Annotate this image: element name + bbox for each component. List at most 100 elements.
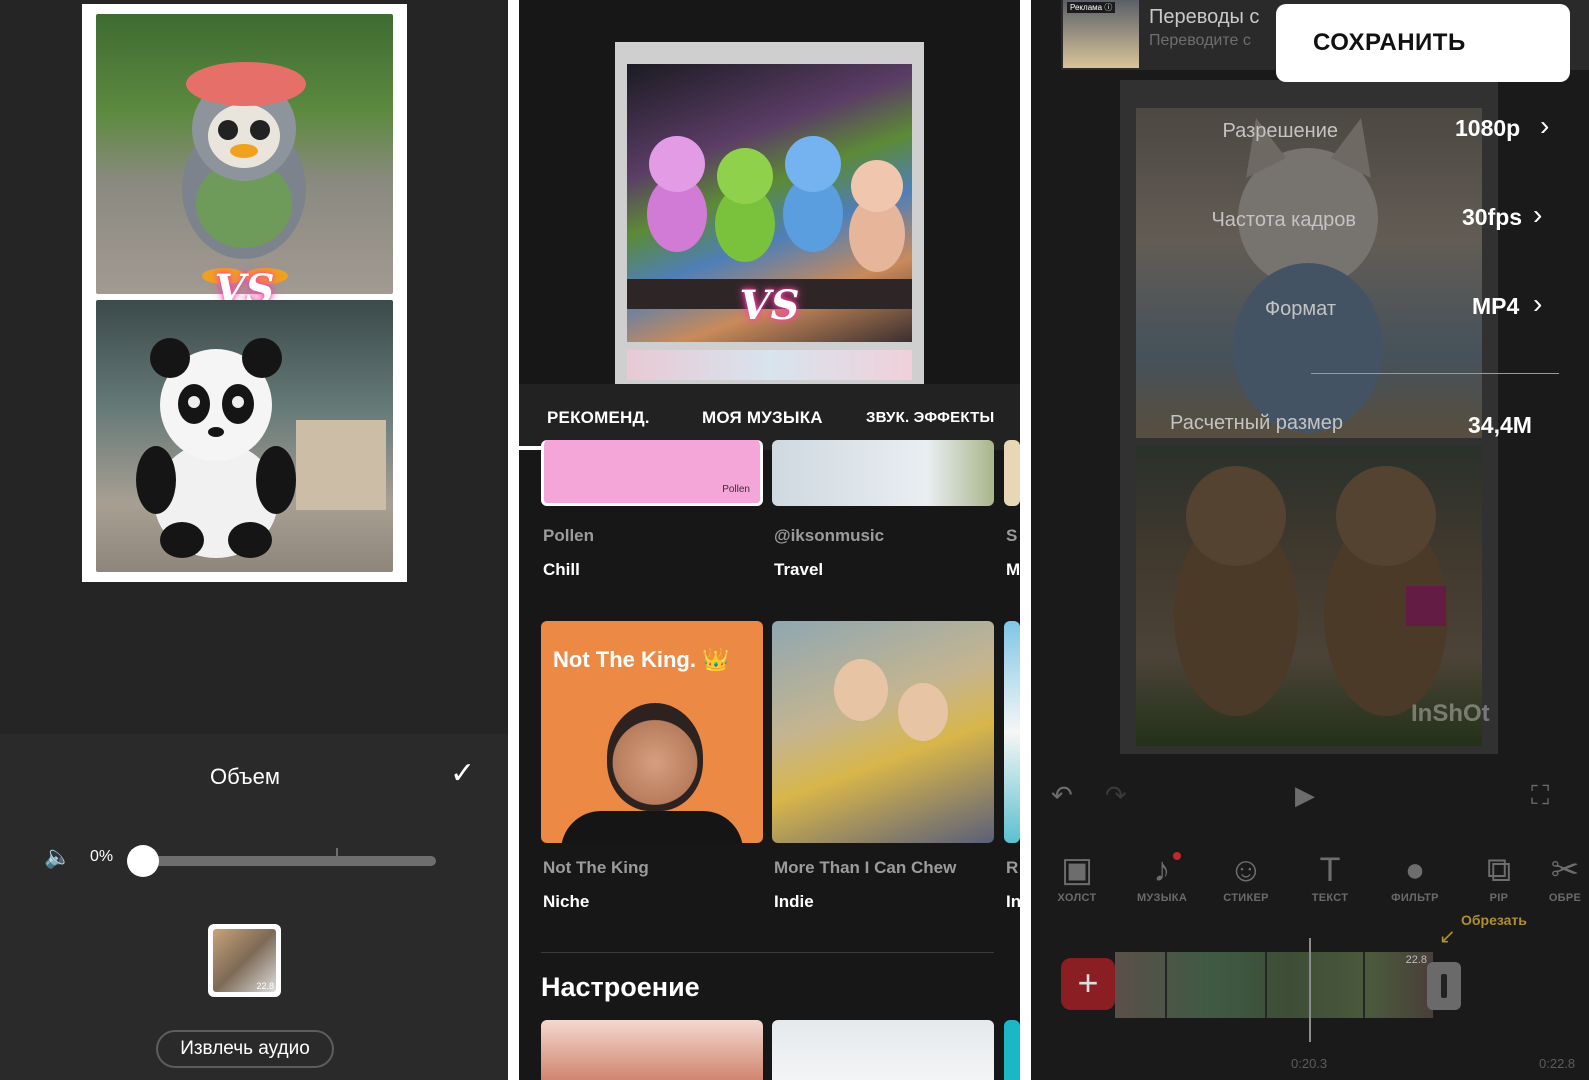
volume-slider-knob[interactable]	[127, 845, 159, 877]
playlist-genre: Chill	[543, 560, 580, 579]
setting-label: Расчетный размер	[1170, 412, 1343, 434]
playlist-artist: R	[1006, 858, 1019, 877]
portrait-shirt	[561, 811, 743, 843]
fullscreen-icon[interactable]: ⛶	[1531, 780, 1549, 812]
playlist-card-partial[interactable]	[1004, 440, 1020, 506]
section-divider	[541, 952, 994, 953]
volume-slider-tick	[336, 848, 338, 866]
playlist-card-not-the-king[interactable]: Not The King. 👑	[541, 621, 763, 843]
timeline-clips[interactable]: 22.8	[1115, 952, 1433, 1018]
trim-hint: Обрезать	[1461, 912, 1527, 928]
playlist-card-travel[interactable]	[772, 440, 994, 506]
chevron-right-icon[interactable]: ›	[1540, 110, 1549, 142]
setting-label: Разрешение	[1222, 120, 1339, 142]
playlist-artist: More Than I Can Chew	[774, 858, 957, 877]
ad-title: Переводы с	[1149, 6, 1260, 28]
toolbar-label: ХОЛСТ	[1057, 892, 1097, 904]
toolbar-label: СТИКЕР	[1223, 892, 1269, 904]
setting-value[interactable]: 1080p	[1455, 115, 1520, 142]
check-icon[interactable]: ✓	[450, 756, 475, 791]
filter-icon: ●	[1404, 851, 1426, 889]
undo-icon[interactable]: ↶	[1051, 780, 1073, 811]
playlist-artist: S	[1006, 526, 1018, 545]
play-icon[interactable]: ▶	[1295, 780, 1315, 811]
mood-card[interactable]	[541, 1020, 763, 1080]
extract-audio-button[interactable]: Извлечь аудио	[156, 1030, 334, 1068]
penguin-illustration	[182, 62, 306, 284]
toolbar-canvas[interactable]: ▣ ХОЛСТ	[1041, 848, 1113, 904]
tab-recommended[interactable]: РЕКОМЕНД.	[547, 408, 650, 428]
mood-card-partial[interactable]	[1004, 1020, 1020, 1080]
playlist-genre: Travel	[774, 560, 824, 579]
ad-subtitle: Переводите с	[1149, 32, 1251, 49]
chevron-right-icon[interactable]: ›	[1533, 199, 1542, 231]
toolbar-trim[interactable]: ✂ ОБРЕ	[1541, 848, 1589, 904]
add-clip-button[interactable]: +	[1061, 958, 1115, 1010]
clip-separator	[1363, 952, 1365, 1018]
video-preview: VS	[82, 4, 407, 582]
pip-icon: ⧉	[1486, 851, 1512, 889]
toolbar-text[interactable]: T ТЕКСТ	[1294, 848, 1366, 904]
toolbar-label: ОБРЕ	[1548, 892, 1582, 904]
setting-value[interactable]: MP4	[1472, 293, 1519, 320]
current-time: 0:20.3	[1291, 1056, 1328, 1071]
total-time: 0:22.8	[1539, 1056, 1576, 1071]
toolbar-sticker[interactable]: ☺ СТИКЕР	[1210, 848, 1282, 904]
playlist-genre: Niche	[543, 892, 590, 911]
save-button[interactable]: СОХРАНИТЬ	[1276, 4, 1570, 82]
toolbar-pip[interactable]: ⧉ PIP	[1463, 848, 1535, 904]
card-caption: Not The King. 👑	[553, 647, 730, 672]
volume-screen: VS Объем ✓ 🔈 0% 22.8 Извлечь аудио	[0, 0, 508, 1080]
section-title: Настроение	[541, 972, 700, 1002]
playlist-card-more-than-i-can-chew[interactable]	[772, 621, 994, 843]
clip-separator	[1265, 952, 1267, 1018]
panda-photo	[96, 300, 393, 572]
playlist-genre: M	[1006, 560, 1020, 579]
toolbar-filter[interactable]: ● ФИЛЬТР	[1379, 848, 1451, 904]
volume-panel: Объем ✓ 🔈 0% 22.8 Извлечь аудио	[0, 734, 508, 1080]
playlist-card-partial[interactable]	[1004, 621, 1020, 843]
setting-label: Формат	[1264, 298, 1336, 320]
playlist-card-pollen[interactable]: Pollen	[541, 440, 763, 506]
setting-value: 34,4M	[1468, 412, 1532, 438]
clip-thumbnail[interactable]: 22.8	[208, 924, 281, 997]
next-photo-strip	[627, 350, 912, 380]
kid-face	[898, 683, 948, 741]
mood-card[interactable]	[772, 1020, 994, 1080]
music-icon: ♪	[1153, 851, 1171, 889]
panda-illustration	[136, 338, 386, 558]
playhead[interactable]	[1309, 938, 1311, 1042]
volume-title: Объем	[209, 764, 281, 789]
redo-icon[interactable]: ↷	[1105, 780, 1127, 811]
volume-slider-track[interactable]	[142, 856, 436, 866]
clip-trim-handle[interactable]	[1427, 962, 1461, 1010]
kid-face	[834, 659, 888, 721]
toolbar-label: PIP	[1489, 892, 1509, 904]
volume-percent: 0%	[90, 848, 114, 865]
watermark: InShOt	[1411, 700, 1490, 727]
vs-label: VS	[739, 282, 800, 329]
tab-sound-effects[interactable]: ЗВУК. ЭФФЕКТЫ	[866, 409, 994, 426]
ad-image: Реклама ⓘ	[1063, 0, 1139, 68]
speaker-icon[interactable]: 🔈	[44, 844, 71, 870]
chevron-right-icon[interactable]: ›	[1533, 288, 1542, 320]
playlist-artist: @iksonmusic	[774, 526, 885, 545]
canvas-icon: ▣	[1060, 851, 1094, 889]
setting-label: Частота кадров	[1211, 209, 1356, 231]
setting-value[interactable]: 30fps	[1462, 204, 1522, 231]
toolbar-music[interactable]: ♪ МУЗЫКА	[1126, 848, 1198, 904]
video-preview: VS	[615, 42, 924, 384]
ad-badge: Реклама ⓘ	[1067, 2, 1116, 13]
clip-separator	[1165, 952, 1167, 1018]
save-screen: Реклама ⓘ Переводы с Переводите с InShOt	[1031, 0, 1589, 1080]
clip-thumbnail-duration: 22.8	[256, 981, 274, 991]
penguin-photo	[96, 14, 393, 294]
scissors-icon: ✂	[1550, 851, 1580, 889]
tab-my-music[interactable]: МОЯ МУЗЫКА	[702, 408, 823, 428]
card-caption: Pollen	[722, 484, 750, 495]
text-icon: T	[1319, 851, 1341, 889]
music-screen: VS РЕКОМЕНД. МОЯ МУЗЫКА ЗВУК. ЭФФЕКТЫ Po…	[519, 0, 1020, 1080]
sticker-icon: ☺	[1228, 851, 1264, 889]
playlist-artist: Not The King	[543, 858, 649, 877]
toolbar-label: ФИЛЬТР	[1391, 892, 1439, 904]
